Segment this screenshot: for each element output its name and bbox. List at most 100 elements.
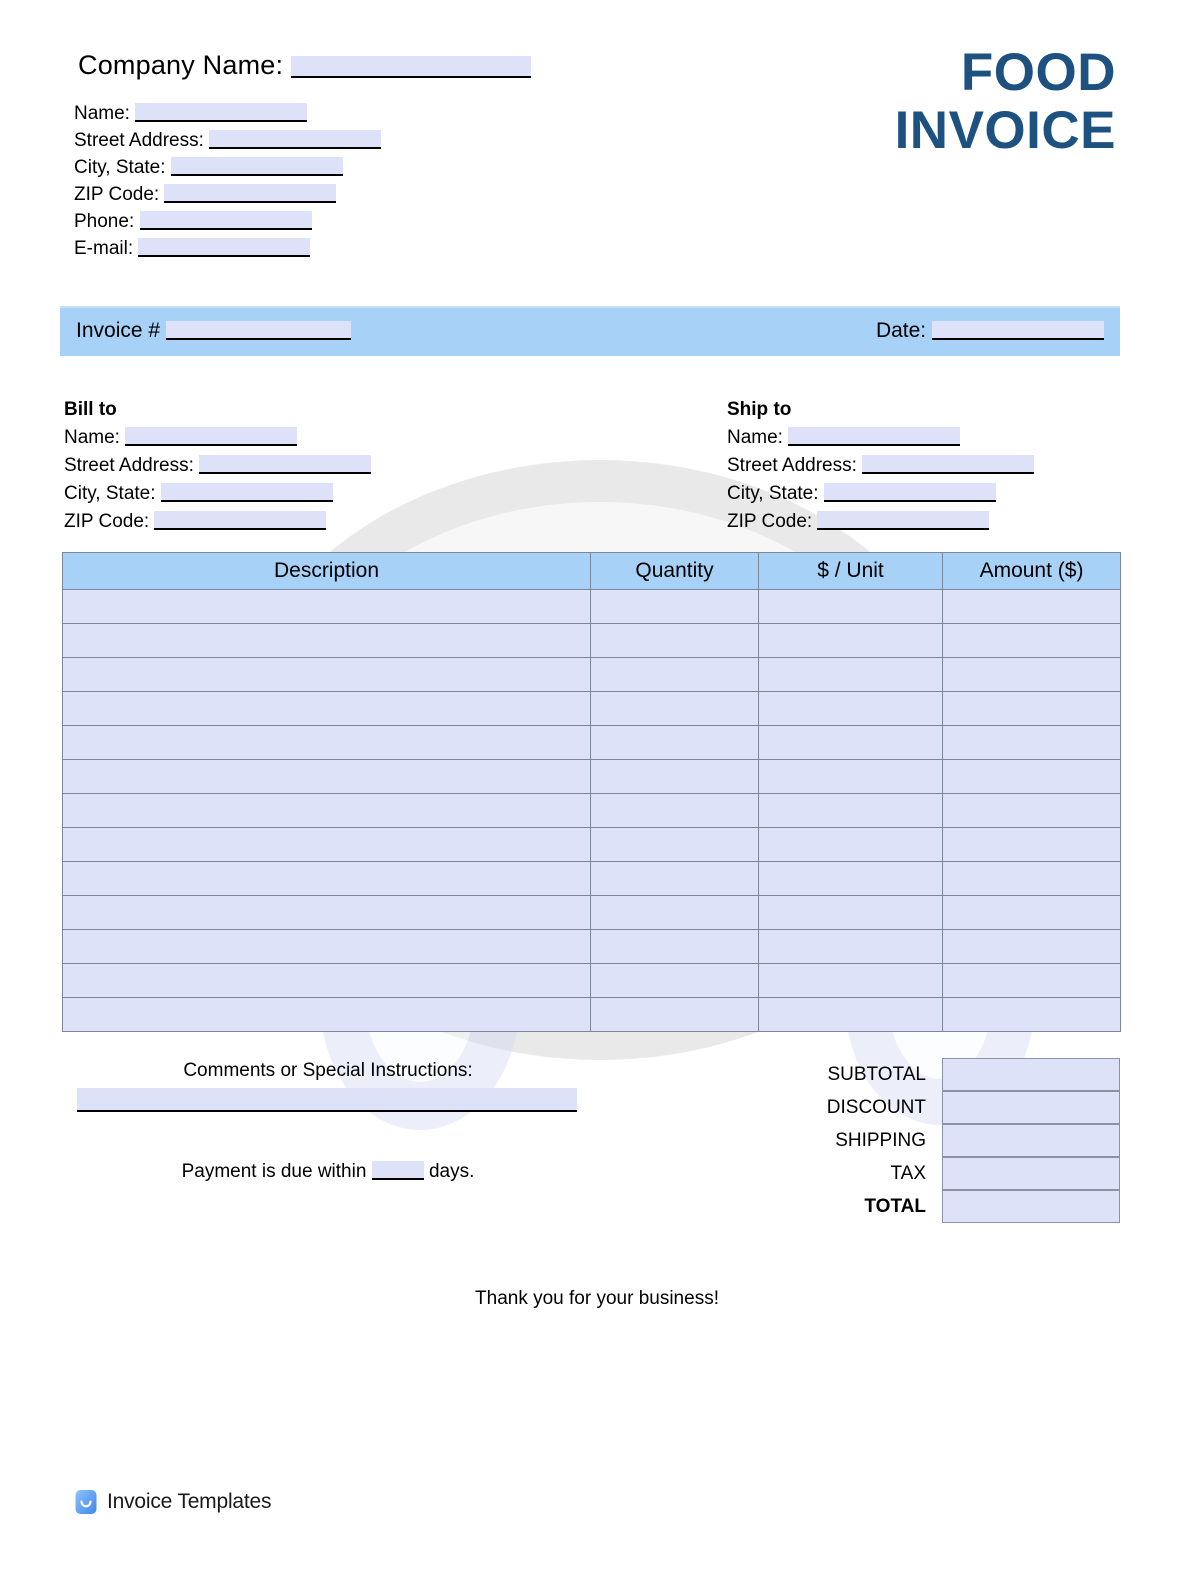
invoice-templates-logo-icon	[75, 1490, 97, 1514]
totals-input-subtotal[interactable]	[942, 1058, 1120, 1091]
invoice-date-label: Date:	[875, 319, 927, 342]
line-item-cell-quantity[interactable]	[590, 895, 759, 930]
line-item-cell-description[interactable]	[62, 589, 591, 624]
line-item-cell-unit_price[interactable]	[758, 657, 943, 692]
line-item-cell-unit_price[interactable]	[758, 623, 943, 658]
payment-terms-suffix: days.	[428, 1161, 475, 1182]
totals-input-discount[interactable]	[942, 1091, 1120, 1124]
line-item-cell-unit_price[interactable]	[758, 929, 943, 964]
sender-zip-input[interactable]	[164, 184, 337, 203]
ship-to-street-label: Street Address:	[727, 455, 857, 476]
totals-input-total[interactable]	[942, 1190, 1120, 1223]
line-item-cell-quantity[interactable]	[590, 997, 759, 1032]
line-item-cell-quantity[interactable]	[590, 759, 759, 794]
line-item-cell-description[interactable]	[62, 793, 591, 828]
line-item-cell-amount[interactable]	[942, 861, 1121, 896]
line-item-cell-quantity[interactable]	[590, 929, 759, 964]
line-item-cell-quantity[interactable]	[590, 793, 759, 828]
line-item-cell-description[interactable]	[62, 827, 591, 862]
line-item-cell-quantity[interactable]	[590, 623, 759, 658]
line-item-cell-description[interactable]	[62, 929, 591, 964]
ship-to-name-input[interactable]	[788, 427, 961, 446]
totals-row: SHIPPING	[760, 1124, 1120, 1157]
line-item-row	[62, 963, 1121, 998]
document-title-line1: FOOD	[960, 43, 1116, 102]
bill-to-street-input[interactable]	[199, 455, 372, 474]
line-item-cell-amount[interactable]	[942, 895, 1121, 930]
ship-to-row-city-state: City, State:	[727, 480, 1034, 508]
invoice-date-input[interactable]	[932, 321, 1104, 340]
totals-label-discount: DISCOUNT	[826, 1097, 926, 1118]
line-item-cell-quantity[interactable]	[590, 963, 759, 998]
line-item-cell-description[interactable]	[62, 623, 591, 658]
line-item-cell-description[interactable]	[62, 861, 591, 896]
payment-days-input[interactable]	[371, 1161, 424, 1180]
line-item-cell-amount[interactable]	[942, 793, 1121, 828]
line-item-cell-unit_price[interactable]	[758, 691, 943, 726]
line-item-cell-amount[interactable]	[942, 623, 1121, 658]
line-item-cell-quantity[interactable]	[590, 827, 759, 862]
document-title-line2: INVOICE	[894, 101, 1116, 160]
ship-to-row-name: Name:	[727, 424, 1034, 452]
line-item-cell-description[interactable]	[62, 759, 591, 794]
line-item-cell-unit_price[interactable]	[758, 725, 943, 760]
comments-input[interactable]	[77, 1088, 577, 1112]
line-item-cell-quantity[interactable]	[590, 691, 759, 726]
invoice-page: Company Name: Name: Street Address: City…	[0, 0, 1194, 1582]
bill-to-zip-input[interactable]	[154, 511, 327, 530]
sender-name-input[interactable]	[135, 103, 308, 122]
line-item-cell-amount[interactable]	[942, 827, 1121, 862]
line-item-cell-description[interactable]	[62, 997, 591, 1032]
line-item-cell-unit_price[interactable]	[758, 759, 943, 794]
company-name-input[interactable]	[290, 56, 531, 78]
line-item-cell-quantity[interactable]	[590, 589, 759, 624]
sender-city-state-input[interactable]	[170, 157, 343, 176]
line-item-cell-unit_price[interactable]	[758, 963, 943, 998]
line-item-cell-unit_price[interactable]	[758, 861, 943, 896]
bill-to-row-city-state: City, State:	[64, 480, 371, 508]
bill-to-name-input[interactable]	[125, 427, 298, 446]
ship-to-zip-label: ZIP Code:	[727, 511, 813, 532]
line-item-cell-description[interactable]	[62, 725, 591, 760]
sender-street-label: Street Address:	[74, 130, 204, 151]
invoice-number-group: Invoice #	[76, 319, 351, 343]
line-item-cell-description[interactable]	[62, 895, 591, 930]
line-item-cell-amount[interactable]	[942, 997, 1121, 1032]
totals-input-shipping[interactable]	[942, 1124, 1120, 1157]
line-item-row	[62, 793, 1121, 828]
sender-row-email: E-mail:	[74, 235, 381, 262]
invoice-meta-bar: Invoice # Date:	[60, 306, 1120, 356]
invoice-number-input[interactable]	[165, 321, 351, 340]
line-item-cell-quantity[interactable]	[590, 657, 759, 692]
sender-row-street: Street Address:	[74, 127, 382, 154]
bill-to-title: Bill to	[64, 399, 117, 420]
line-item-cell-description[interactable]	[62, 963, 591, 998]
sender-email-input[interactable]	[138, 238, 311, 257]
line-item-cell-amount[interactable]	[942, 657, 1121, 692]
line-item-cell-description[interactable]	[62, 691, 591, 726]
line-item-cell-unit_price[interactable]	[758, 895, 943, 930]
ship-to-street-input[interactable]	[862, 455, 1035, 474]
totals-input-tax[interactable]	[942, 1157, 1120, 1190]
line-item-cell-unit_price[interactable]	[758, 793, 943, 828]
line-item-cell-amount[interactable]	[942, 725, 1121, 760]
line-item-cell-unit_price[interactable]	[758, 589, 943, 624]
ship-to-city-state-input[interactable]	[823, 483, 996, 502]
line-item-cell-amount[interactable]	[942, 929, 1121, 964]
line-item-row	[62, 759, 1121, 794]
sender-zip-label: ZIP Code:	[74, 184, 160, 205]
line-item-cell-unit_price[interactable]	[758, 827, 943, 862]
bill-to-city-state-input[interactable]	[160, 483, 333, 502]
sender-row-phone: Phone:	[74, 208, 381, 235]
line-item-cell-amount[interactable]	[942, 963, 1121, 998]
sender-phone-input[interactable]	[139, 211, 312, 230]
line-item-cell-quantity[interactable]	[590, 725, 759, 760]
line-item-cell-amount[interactable]	[942, 691, 1121, 726]
line-item-cell-amount[interactable]	[942, 759, 1121, 794]
sender-street-input[interactable]	[209, 130, 382, 149]
ship-to-zip-input[interactable]	[817, 511, 990, 530]
line-item-cell-description[interactable]	[62, 657, 591, 692]
line-item-cell-unit_price[interactable]	[758, 997, 943, 1032]
line-item-cell-amount[interactable]	[942, 589, 1121, 624]
line-item-cell-quantity[interactable]	[590, 861, 759, 896]
